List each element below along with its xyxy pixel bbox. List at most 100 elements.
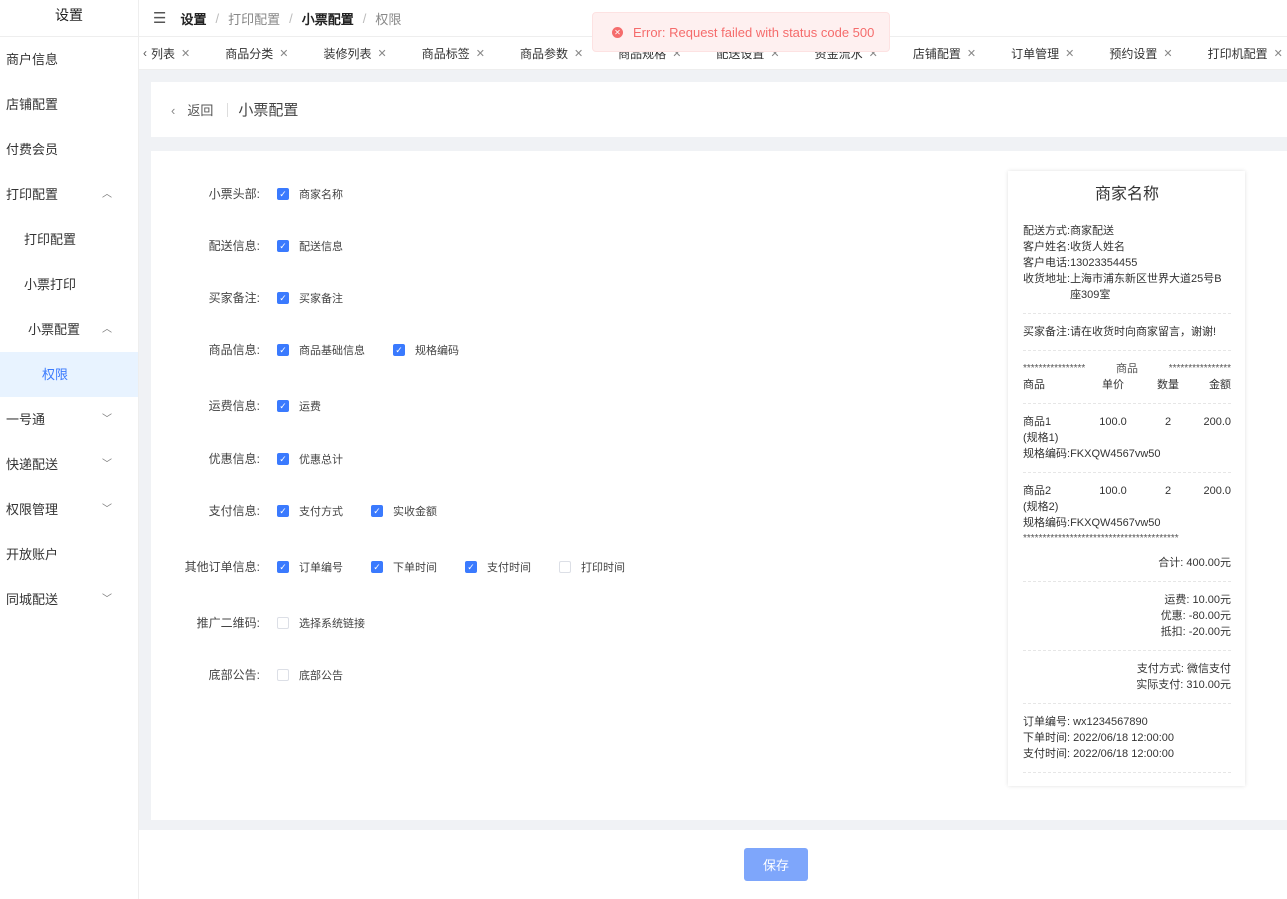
checkbox[interactable] bbox=[277, 668, 289, 681]
tab[interactable]: 预约设置 ✕ bbox=[1109, 45, 1185, 62]
checkbox-option[interactable]: 底部公告 bbox=[277, 667, 343, 683]
close-icon[interactable]: ✕ bbox=[279, 47, 288, 60]
checkbox-option[interactable]: ✓ 订单编号 bbox=[277, 559, 343, 575]
checkbox[interactable]: ✓ bbox=[277, 452, 289, 465]
sidebar-item[interactable]: 打印配置 ︿ bbox=[0, 172, 138, 217]
checkbox-option[interactable]: ✓ 支付时间 bbox=[465, 559, 531, 575]
close-icon[interactable]: ✕ bbox=[476, 47, 485, 60]
sidebar-item[interactable]: 开放账户 bbox=[0, 532, 138, 577]
checkbox-label: 优惠总计 bbox=[299, 453, 343, 466]
checkbox[interactable]: ✓ bbox=[277, 399, 289, 412]
footer: 保存 bbox=[139, 830, 1287, 899]
close-icon[interactable]: ✕ bbox=[967, 47, 976, 60]
receipt-line: 收货地址: 上海市浦东新区世界大道25号B座309室 bbox=[1023, 273, 1222, 301]
checkbox[interactable]: ✓ bbox=[277, 504, 289, 517]
form-label: 支付信息: bbox=[208, 504, 260, 518]
sidebar-item[interactable]: 快递配送 ﹀ bbox=[0, 442, 138, 487]
sidebar-item-label: 小票配置 bbox=[28, 322, 81, 337]
sidebar-item-label: 同城配送 bbox=[6, 592, 59, 607]
checkbox-option[interactable]: ✓ 商家名称 bbox=[277, 186, 343, 202]
checkbox-option[interactable]: ✓ 优惠总计 bbox=[277, 451, 343, 467]
close-icon[interactable]: ✕ bbox=[1065, 47, 1074, 60]
checkbox[interactable]: ✓ bbox=[393, 343, 405, 356]
receipt-preview: 商家名称 配送方式: 商家配送 客户姓名: 收货人姓名 客户电话: 13023354455… bbox=[1008, 171, 1245, 786]
tab[interactable]: 订单管理 ✕ bbox=[1011, 45, 1087, 62]
close-icon[interactable]: ✕ bbox=[1274, 47, 1283, 60]
checkbox[interactable]: ✓ bbox=[277, 291, 289, 304]
chevron-down-icon: ﹀ bbox=[102, 414, 112, 425]
sidebar-item[interactable]: 同城配送 ﹀ bbox=[0, 577, 138, 622]
close-icon[interactable]: ✕ bbox=[1163, 47, 1172, 60]
form-row: 优惠信息: ✓ 优惠总计 bbox=[151, 450, 355, 467]
tab[interactable]: 打印机配置 ✕ bbox=[1208, 45, 1287, 62]
sidebar-item[interactable]: 商户信息 bbox=[0, 37, 138, 82]
checkbox[interactable]: ✓ bbox=[277, 343, 289, 356]
tab[interactable]: 商品分类 ✕ bbox=[225, 45, 301, 62]
receipt-item-code: 规格编码: FKXQW4567vw50 bbox=[1023, 517, 1161, 529]
checkbox[interactable]: ✓ bbox=[371, 504, 383, 517]
checkbox-option[interactable]: ✓ 买家备注 bbox=[277, 290, 343, 306]
sidebar-item[interactable]: 权限 bbox=[0, 352, 138, 397]
checkbox[interactable]: ✓ bbox=[371, 560, 383, 573]
sidebar-item[interactable]: 权限管理 ﹀ bbox=[0, 487, 138, 532]
receipt-line: 支付方式: 微信支付 bbox=[1136, 663, 1231, 675]
form-row: 运费信息: ✓ 运费 bbox=[151, 397, 333, 414]
form-label: 配送信息: bbox=[208, 239, 260, 253]
checkbox[interactable] bbox=[277, 616, 289, 629]
sidebar-item-label: 打印配置 bbox=[6, 187, 59, 202]
sidebar-item-label: 权限管理 bbox=[6, 502, 59, 517]
form-row: 支付信息: ✓ 支付方式 ✓ 实收金额 bbox=[151, 502, 449, 519]
tab[interactable]: 店铺配置 ✕ bbox=[913, 45, 989, 62]
checkbox-option[interactable]: 打印时间 bbox=[559, 559, 625, 575]
sidebar-item-label: 开放账户 bbox=[6, 547, 59, 562]
checkbox[interactable]: ✓ bbox=[465, 560, 477, 573]
page-header: ‹ 返回 小票配置 bbox=[151, 82, 1287, 137]
sidebar-item[interactable]: 一号通 ﹀ bbox=[0, 397, 138, 442]
receipt-note: 买家备注: 请在收货时向商家留言，谢谢! bbox=[1023, 326, 1217, 338]
tab-label: 商品标签 bbox=[421, 46, 470, 61]
form-row: 商品信息: ✓ 商品基础信息 ✓ 规格编码 bbox=[151, 341, 471, 358]
checkbox[interactable]: ✓ bbox=[277, 187, 289, 200]
checkbox-option[interactable]: ✓ 商品基础信息 bbox=[277, 342, 365, 358]
close-icon[interactable]: ✕ bbox=[574, 47, 583, 60]
chevron-down-icon: ﹀ bbox=[102, 504, 112, 515]
checkbox-label: 打印时间 bbox=[581, 561, 625, 574]
tab[interactable]: 装修列表 ✕ bbox=[323, 45, 399, 62]
checkbox-option[interactable]: ✓ 运费 bbox=[277, 398, 321, 414]
checkbox[interactable] bbox=[559, 560, 571, 573]
sidebar-item[interactable]: 打印配置 bbox=[0, 217, 138, 262]
tab[interactable]: 商品参数 ✕ bbox=[520, 45, 596, 62]
sidebar-item[interactable]: 小票打印 bbox=[0, 262, 138, 307]
config-panel: 小票头部: ✓ 商家名称 配送信息: ✓ 配送信息 买家备注: ✓ 买家备注 商品信息: ✓ 商品基础… bbox=[151, 151, 1287, 820]
checkbox[interactable]: ✓ bbox=[277, 239, 289, 252]
menu-toggle-icon[interactable]: ☰ bbox=[153, 9, 166, 27]
tab[interactable]: 商品标签 ✕ bbox=[422, 45, 498, 62]
checkbox-option[interactable]: ✓ 实收金额 bbox=[371, 503, 437, 519]
receipt-line: 下单时间: 2022/06/18 12:00:00 bbox=[1023, 732, 1175, 744]
back-button[interactable]: ‹ 返回 bbox=[171, 100, 213, 119]
checkbox-option[interactable]: ✓ 支付方式 bbox=[277, 503, 343, 519]
sidebar-item[interactable]: 店铺配置 bbox=[0, 82, 138, 127]
checkbox-option[interactable]: ✓ 规格编码 bbox=[393, 342, 459, 358]
sidebar-item[interactable]: 小票配置 ︿ bbox=[0, 307, 138, 352]
back-label: 返回 bbox=[187, 103, 214, 118]
receipt-item-spec: (规格2) bbox=[1023, 501, 1059, 513]
tab[interactable]: 列表 ✕ bbox=[151, 45, 203, 62]
breadcrumb-item[interactable]: 设置 bbox=[180, 9, 206, 28]
breadcrumb-item[interactable]: 小票配置 bbox=[302, 9, 354, 28]
form-label: 推广二维码: bbox=[196, 616, 260, 630]
checkbox-option[interactable]: ✓ 配送信息 bbox=[277, 238, 343, 254]
sidebar-item[interactable]: 付费会员 bbox=[0, 127, 138, 172]
breadcrumb-item[interactable]: 打印配置 bbox=[228, 9, 280, 28]
checkbox[interactable]: ✓ bbox=[277, 560, 289, 573]
checkbox-label: 支付方式 bbox=[299, 505, 343, 518]
tabs-scroll-left-icon[interactable]: ‹ bbox=[143, 46, 147, 60]
checkbox-option[interactable]: 选择系统链接 bbox=[277, 615, 365, 631]
form-row: 小票头部: ✓ 商家名称 bbox=[151, 185, 355, 202]
close-icon[interactable]: ✕ bbox=[181, 47, 190, 60]
form-row: 其他订单信息: ✓ 订单编号 ✓ 下单时间 ✓ 支付时间 打印时间 bbox=[151, 558, 637, 575]
checkbox-option[interactable]: ✓ 下单时间 bbox=[371, 559, 437, 575]
chevron-left-icon: ‹ bbox=[171, 103, 176, 118]
close-icon[interactable]: ✕ bbox=[377, 47, 386, 60]
save-button[interactable]: 保存 bbox=[744, 848, 808, 881]
